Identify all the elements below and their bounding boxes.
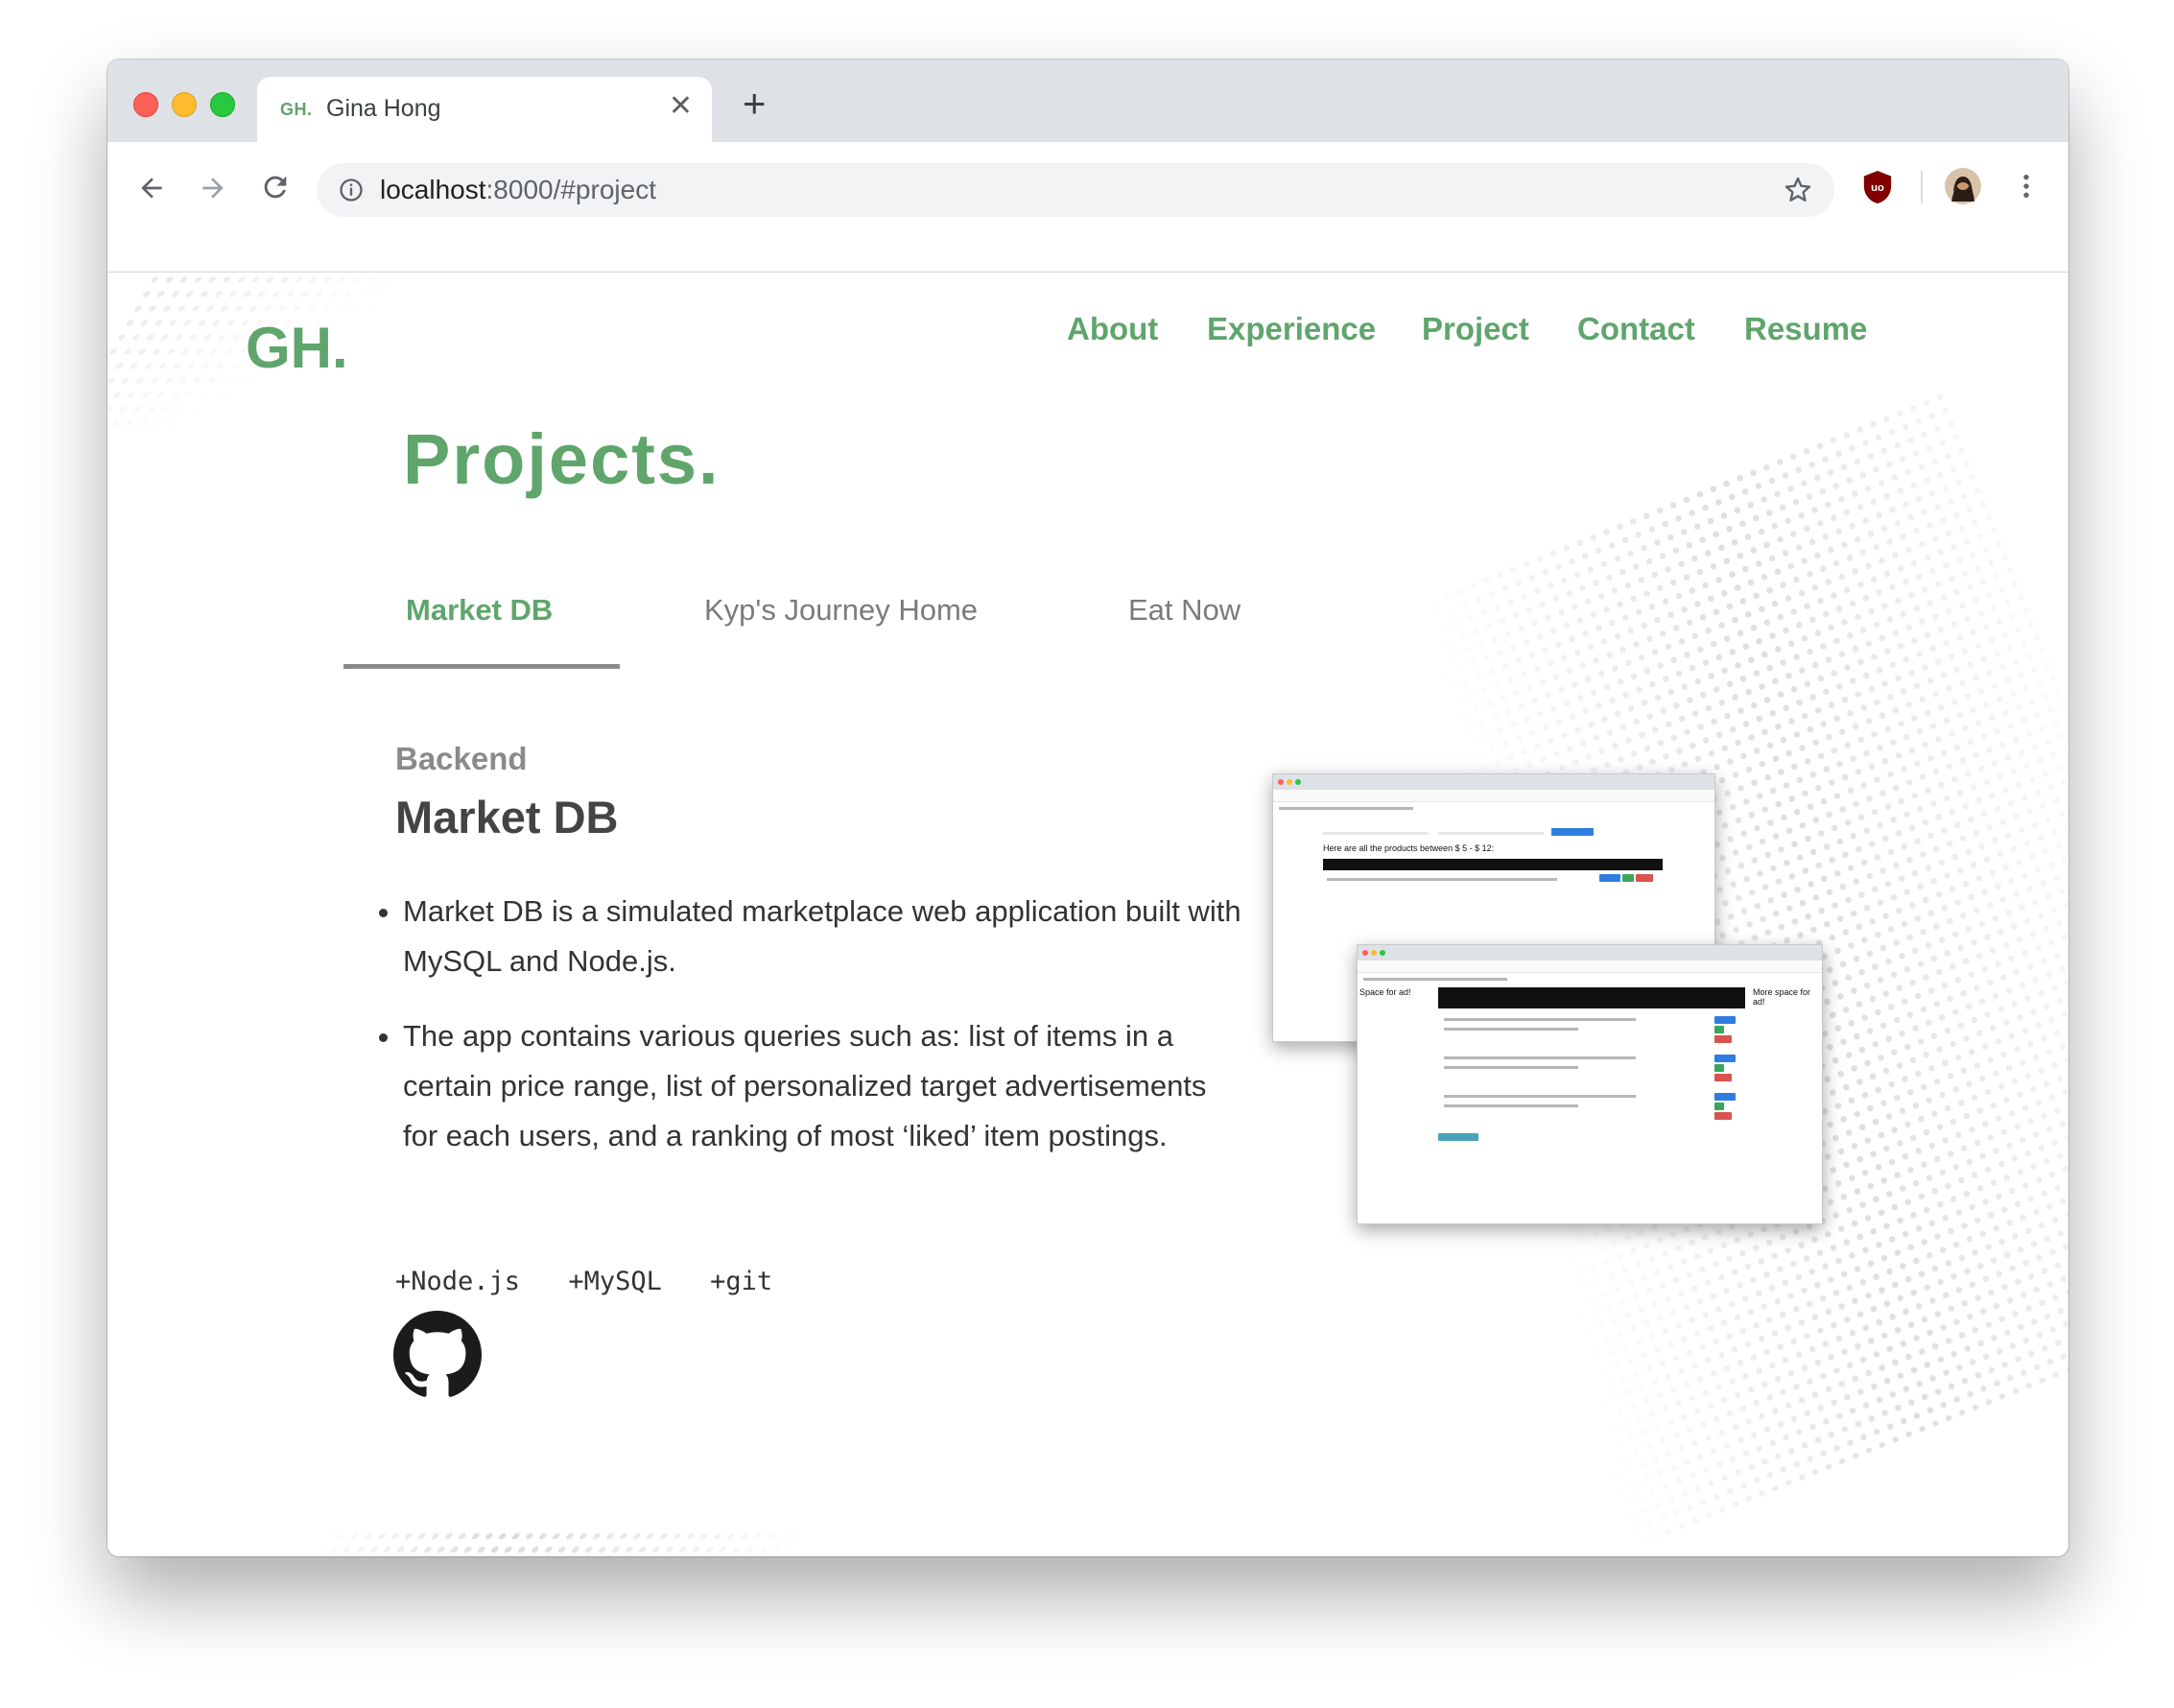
screenshot-button	[1714, 1112, 1732, 1120]
tab-strip: GH. Gina Hong ✕ +	[107, 59, 2068, 142]
tab-kyps-journey-home[interactable]: Kyp's Journey Home	[704, 593, 978, 628]
nav-about[interactable]: About	[1067, 311, 1158, 347]
nav-contact[interactable]: Contact	[1577, 311, 1695, 347]
page-title: Projects.	[403, 419, 721, 499]
list-item: Market DB is a simulated marketplace web…	[403, 887, 1247, 986]
page-content: GH. About Experience Project Contact Res…	[107, 273, 2068, 1556]
site-logo[interactable]: GH.	[246, 315, 348, 381]
screenshot-row	[1444, 1018, 1636, 1021]
screenshot-row	[1444, 1056, 1636, 1059]
screenshot-nav	[1279, 807, 1413, 810]
nav-experience[interactable]: Experience	[1207, 311, 1376, 347]
tab-close-icon[interactable]: ✕	[669, 90, 693, 123]
screenshot-button	[1714, 1093, 1736, 1101]
screenshot-row	[1444, 1095, 1636, 1098]
screenshot-table-header	[1323, 859, 1663, 870]
decorative-dots	[243, 1530, 816, 1556]
screenshot-nav	[1363, 978, 1507, 981]
github-icon[interactable]	[393, 1311, 482, 1399]
screenshot-dot	[1371, 950, 1377, 956]
ublock-shield-icon[interactable]: uo	[1861, 169, 1894, 205]
screenshot-button	[1714, 1026, 1724, 1033]
screenshot-heading: Here are all the products between $ 5 - …	[1323, 843, 1495, 853]
new-tab-button[interactable]: +	[743, 83, 767, 125]
browser-window: GH. Gina Hong ✕ + localhost:8000/#projec…	[107, 59, 2068, 1556]
back-arrow-icon[interactable]	[136, 173, 167, 203]
url-text[interactable]: localhost:8000/#project	[380, 175, 656, 205]
svg-text:uo: uo	[1871, 182, 1884, 194]
project-name: Market DB	[395, 792, 619, 842]
screenshot-button	[1551, 828, 1594, 836]
screenshot-urlbar	[1358, 961, 1822, 973]
maximize-window-button[interactable]	[210, 92, 235, 117]
screenshot-button	[1714, 1016, 1736, 1024]
url-path: :8000/#project	[485, 175, 656, 204]
nav-project[interactable]: Project	[1422, 311, 1529, 347]
screenshot-ad-left: Space for ad!	[1359, 987, 1411, 997]
screenshot-titlebar	[1273, 774, 1714, 790]
screenshot-input	[1438, 832, 1544, 835]
tab-favicon-icon: GH.	[280, 100, 313, 119]
screenshot-urlbar	[1273, 790, 1714, 802]
screenshot-input	[1323, 832, 1429, 835]
active-tab-indicator	[343, 664, 620, 669]
tech-tags: +Node.js +MySQL +git	[395, 1267, 805, 1296]
list-item: The app contains various queries such as…	[403, 1011, 1247, 1161]
project-description-list: Market DB is a simulated marketplace web…	[363, 887, 1247, 1186]
screenshot-ad-right: More space for ad!	[1753, 987, 1811, 1007]
tag-nodejs: +Node.js	[395, 1267, 521, 1296]
tab-market-db[interactable]: Market DB	[406, 593, 553, 628]
screenshot-row	[1444, 1066, 1578, 1069]
bookmark-star-icon[interactable]	[1783, 175, 1813, 205]
tab-eat-now[interactable]: Eat Now	[1128, 593, 1241, 628]
screenshot-dot	[1287, 779, 1292, 785]
close-window-button[interactable]	[133, 92, 158, 117]
project-category: Backend	[395, 741, 528, 776]
browser-toolbar: localhost:8000/#project uo	[107, 142, 2068, 273]
url-host: localhost	[380, 175, 486, 204]
screenshot-dot	[1380, 950, 1385, 956]
screenshot-titlebar	[1358, 945, 1822, 961]
nav-resume[interactable]: Resume	[1744, 311, 1867, 347]
screenshot-button	[1714, 1074, 1732, 1081]
tab-title: Gina Hong	[326, 95, 441, 122]
screenshot-row	[1444, 1028, 1578, 1031]
screenshot-dot	[1278, 779, 1284, 785]
screenshot-dot	[1362, 950, 1368, 956]
more-menu-icon[interactable]	[2011, 169, 2042, 203]
screenshot-button	[1714, 1055, 1736, 1062]
screenshot-button	[1438, 1133, 1478, 1141]
project-screenshot-front: Space for ad! More space for ad!	[1357, 944, 1823, 1224]
screenshot-button	[1714, 1103, 1724, 1110]
minimize-window-button[interactable]	[172, 92, 197, 117]
screenshot-button	[1714, 1064, 1724, 1072]
screenshot-button	[1599, 874, 1620, 882]
browser-tab[interactable]: GH. Gina Hong ✕	[257, 77, 712, 142]
reload-icon[interactable]	[259, 171, 292, 203]
screenshot-button	[1622, 874, 1634, 882]
forward-arrow-icon[interactable]	[198, 173, 228, 203]
toolbar-separator	[1921, 171, 1923, 203]
screenshot-button	[1636, 874, 1653, 882]
tag-mysql: +MySQL	[568, 1267, 662, 1296]
screenshot-row	[1327, 878, 1557, 881]
screenshot-row	[1444, 1104, 1578, 1107]
address-bar[interactable]: localhost:8000/#project	[317, 163, 1834, 217]
site-info-icon[interactable]	[338, 177, 365, 203]
profile-avatar-icon[interactable]	[1944, 167, 1982, 205]
screenshot-button	[1714, 1035, 1732, 1043]
tag-git: +git	[710, 1267, 773, 1296]
screenshot-table-header	[1438, 987, 1745, 1008]
screenshot-dot	[1295, 779, 1301, 785]
